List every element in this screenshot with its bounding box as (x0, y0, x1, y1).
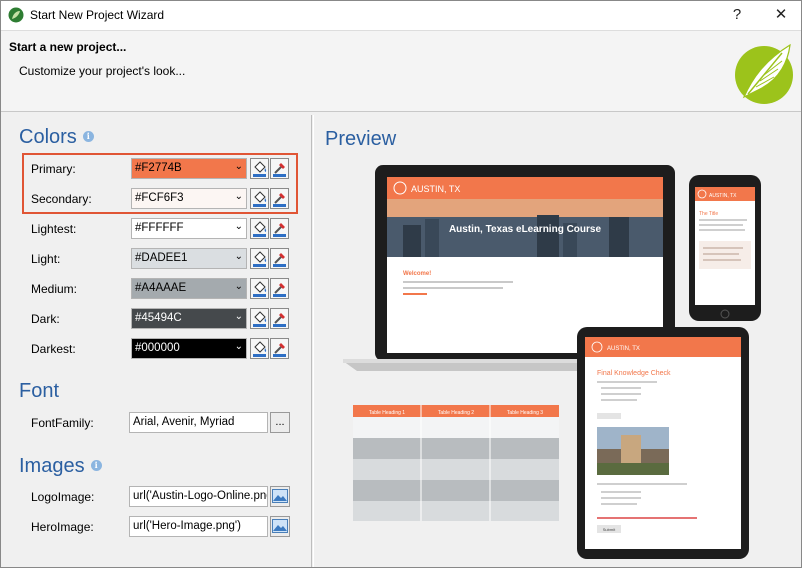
tablet-submit: Submit (603, 527, 616, 532)
dark-color-value: #45494C (135, 312, 182, 324)
light-color-value: #DADEE1 (135, 252, 188, 264)
laptop-welcome: Welcome! (403, 271, 431, 277)
window-title: Start New Project Wizard (30, 8, 165, 22)
fill-color-bar (253, 234, 266, 237)
logo-image-label: LogoImage: (31, 490, 95, 504)
paint-bucket-icon (254, 221, 267, 233)
panel-splitter[interactable] (311, 115, 314, 567)
fill-color-bar (253, 294, 266, 297)
lightest-color-label: Lightest: (31, 222, 77, 236)
fill-color-bar (253, 264, 266, 267)
pick-color-bar (273, 234, 286, 237)
light-fill-bucket-button[interactable] (250, 248, 269, 269)
lightest-eyedropper-button[interactable] (270, 218, 289, 239)
pick-color-bar (273, 264, 286, 267)
font-browse-button[interactable]: ... (270, 412, 290, 433)
medium-color-label: Medium: (31, 282, 78, 296)
table-heading-1: Table Heading 1 (369, 410, 405, 416)
images-heading-text: Images (19, 455, 85, 477)
darkest-fill-bucket-button[interactable] (250, 338, 269, 359)
tablet-brand: AUSTIN, TX (607, 346, 640, 352)
colors-heading-text: Colors (19, 126, 77, 148)
font-family-input[interactable]: Arial, Avenir, Myriad (129, 412, 268, 433)
medium-color-picker[interactable]: #A4AAAE ⌄ (131, 278, 247, 299)
lightest-fill-bucket-button[interactable] (250, 218, 269, 239)
paint-bucket-icon (254, 281, 267, 293)
dark-fill-bucket-button[interactable] (250, 308, 269, 329)
paint-bucket-icon (254, 341, 267, 353)
images-heading: Images i (19, 455, 102, 478)
pick-color-bar (273, 324, 286, 327)
app-leaf-icon (8, 7, 24, 23)
header-subtitle: Customize your project's look... (19, 64, 186, 78)
colors-info-icon[interactable]: i (82, 131, 94, 142)
chevron-down-icon[interactable]: ⌄ (235, 341, 243, 352)
hero-image-label: HeroImage: (31, 520, 94, 534)
eyedropper-icon (274, 253, 285, 264)
tablet-heading: Final Knowledge Check (597, 370, 671, 377)
chevron-down-icon[interactable]: ⌄ (235, 281, 243, 292)
hero-image-input[interactable]: url('Hero-Image.png') (129, 516, 268, 537)
phone-brand: AUSTIN, TX (709, 193, 737, 199)
header-title: Start a new project... (9, 40, 127, 54)
dark-eyedropper-button[interactable] (270, 308, 289, 329)
medium-eyedropper-button[interactable] (270, 278, 289, 299)
dark-color-label: Dark: (31, 312, 60, 326)
pick-color-bar (273, 354, 286, 357)
light-color-picker[interactable]: #DADEE1 ⌄ (131, 248, 247, 269)
laptop-hero-title: Austin, Texas eLearning Course (449, 224, 602, 235)
wizard-header: Start a new project... Customize your pr… (1, 30, 801, 112)
primary-secondary-highlight (22, 153, 298, 214)
eyedropper-icon (274, 313, 285, 324)
eyedropper-icon (274, 283, 285, 294)
darkest-color-value: #000000 (135, 342, 180, 354)
paint-bucket-icon (254, 311, 267, 323)
font-family-label: FontFamily: (31, 416, 94, 430)
eyedropper-icon (274, 223, 285, 234)
preview-heading: Preview (325, 128, 397, 150)
table-preview: Table Heading 1 Table Heading 2 Table He… (353, 405, 559, 521)
chevron-down-icon[interactable]: ⌄ (235, 221, 243, 232)
logo-image-input[interactable]: url('Austin-Logo-Online.png') (129, 486, 268, 507)
feather-logo-icon (735, 43, 793, 104)
preview-illustration: AUSTIN, TX Austin, Texas eLearning Cours… (343, 165, 761, 559)
dark-color-picker[interactable]: #45494C ⌄ (131, 308, 247, 329)
chevron-down-icon[interactable]: ⌄ (235, 251, 243, 262)
darkest-color-label: Darkest: (31, 342, 76, 356)
lightest-color-picker[interactable]: #FFFFFF ⌄ (131, 218, 247, 239)
hero-image-browse-button[interactable] (270, 516, 290, 537)
title-bar: Start New Project Wizard ? ✕ (1, 1, 801, 30)
medium-color-value: #A4AAAE (135, 282, 187, 294)
phone-heading: The Title (699, 211, 718, 217)
image-icon (272, 519, 288, 533)
light-eyedropper-button[interactable] (270, 248, 289, 269)
paint-bucket-icon (254, 251, 267, 263)
fill-color-bar (253, 324, 266, 327)
close-button[interactable]: ✕ (770, 5, 792, 25)
image-icon (272, 489, 288, 503)
table-heading-3: Table Heading 3 (507, 410, 543, 416)
darkest-eyedropper-button[interactable] (270, 338, 289, 359)
chevron-down-icon[interactable]: ⌄ (235, 311, 243, 322)
table-heading-2: Table Heading 2 (438, 410, 474, 416)
light-color-label: Light: (31, 252, 61, 266)
colors-heading: Colors i (19, 126, 94, 149)
medium-fill-bucket-button[interactable] (250, 278, 269, 299)
eyedropper-icon (274, 343, 285, 354)
laptop-brand: AUSTIN, TX (411, 184, 460, 194)
logo-image-browse-button[interactable] (270, 486, 290, 507)
lightest-color-value: #FFFFFF (135, 222, 184, 234)
font-heading: Font (19, 380, 60, 402)
wizard-window: Start New Project Wizard ? ✕ Start a new… (0, 0, 802, 568)
phone-preview: AUSTIN, TX The Title (689, 175, 761, 321)
tablet-preview: AUSTIN, TX Final Knowledge Check Submit (577, 327, 749, 559)
pick-color-bar (273, 294, 286, 297)
darkest-color-picker[interactable]: #000000 ⌄ (131, 338, 247, 359)
images-info-icon[interactable]: i (90, 460, 102, 471)
fill-color-bar (253, 354, 266, 357)
help-button[interactable]: ? (726, 5, 748, 25)
